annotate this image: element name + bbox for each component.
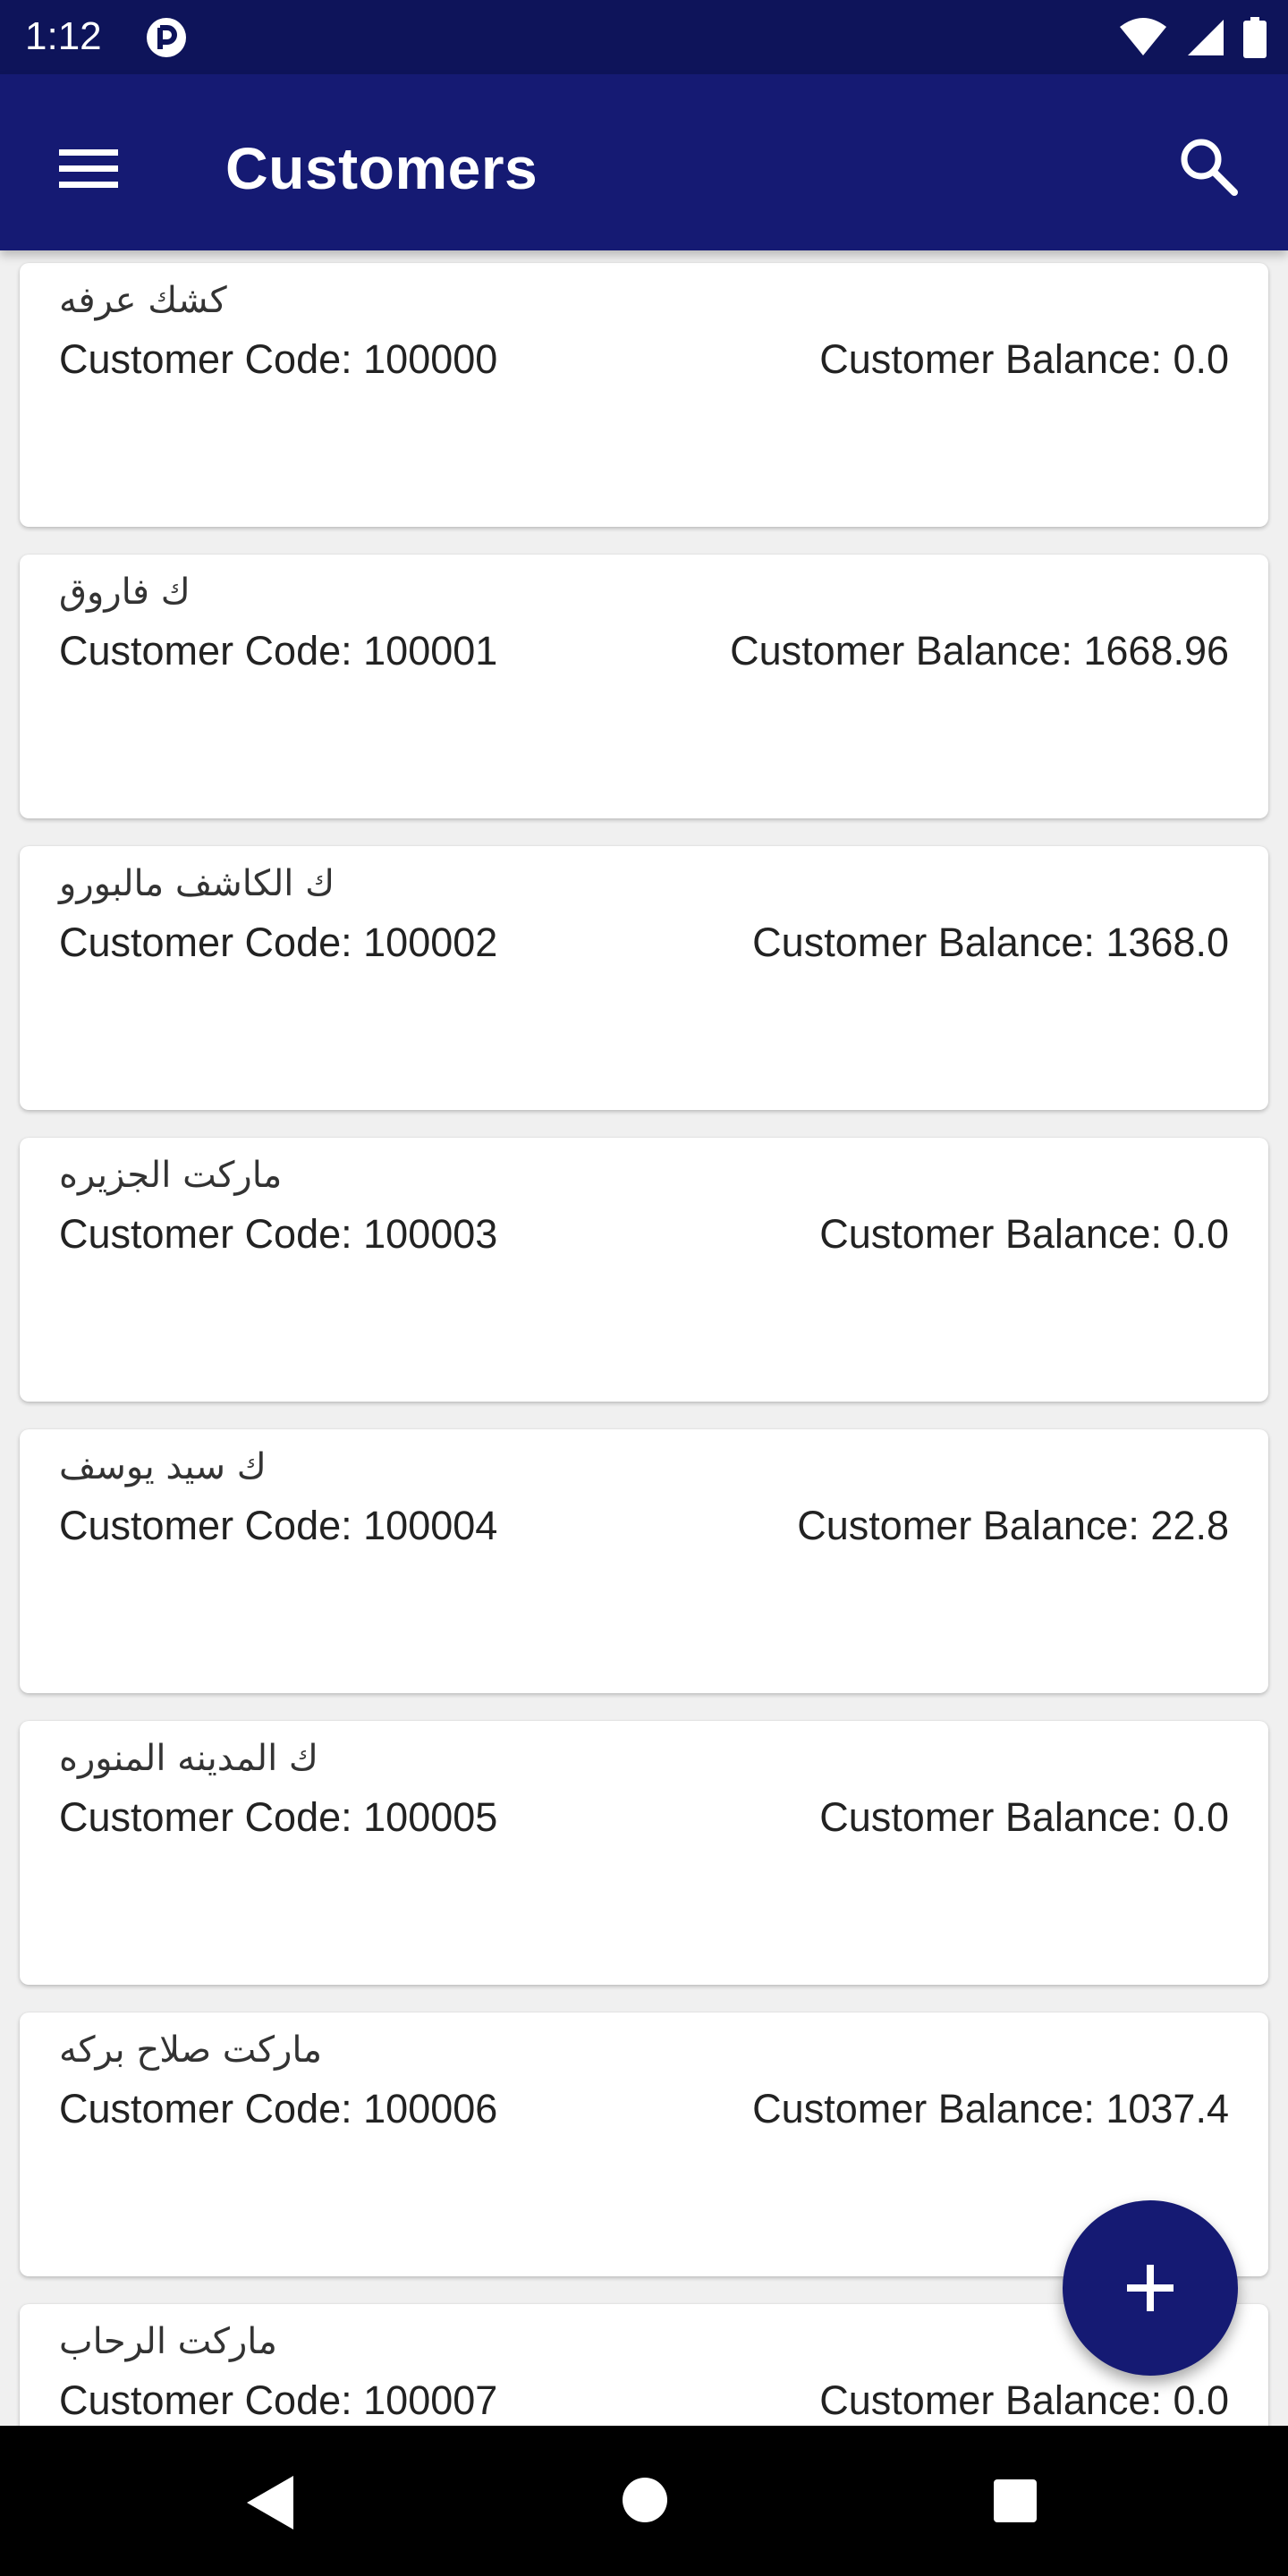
back-icon[interactable] xyxy=(242,2472,302,2533)
status-bar: 1:12 xyxy=(0,0,1288,74)
customer-code: Customer Code: 100005 xyxy=(59,1794,498,1840)
customer-balance: Customer Balance: 1668.96 xyxy=(730,628,1229,674)
customer-name: ك فاروق xyxy=(59,572,191,613)
customer-name: ك الكاشف مالبورو xyxy=(59,863,335,904)
customer-card[interactable]: ك فاروق Customer Code: 100001 Customer B… xyxy=(20,555,1268,818)
customer-name: ماركت صلاح بركه xyxy=(59,2029,323,2071)
customer-name: كشك عرفه xyxy=(59,280,227,321)
customer-code: Customer Code: 100000 xyxy=(59,336,498,382)
customer-card[interactable]: ك الكاشف مالبورو Customer Code: 100002 C… xyxy=(20,846,1268,1110)
customer-name: ماركت الرحاب xyxy=(59,2321,277,2362)
wifi-icon xyxy=(1120,18,1166,55)
customer-code: Customer Code: 100002 xyxy=(59,919,498,965)
customer-balance: Customer Balance: 1037.4 xyxy=(752,2086,1229,2131)
add-customer-button[interactable] xyxy=(1063,2200,1238,2376)
search-icon[interactable] xyxy=(1175,133,1241,199)
customer-name: ك سيد يوسف xyxy=(59,1446,267,1487)
customer-name: ك المدينه المنوره xyxy=(59,1738,318,1779)
system-nav-bar xyxy=(0,2426,1288,2576)
customer-card[interactable]: كشك عرفه Customer Code: 100000 Customer … xyxy=(20,263,1268,527)
customer-code: Customer Code: 100003 xyxy=(59,1211,498,1257)
battery-icon xyxy=(1243,17,1267,58)
app-bar: Customers xyxy=(0,74,1288,250)
status-icons xyxy=(1118,14,1267,61)
signal-icon xyxy=(1188,20,1224,55)
customer-code: Customer Code: 100007 xyxy=(59,2377,498,2423)
menu-icon[interactable] xyxy=(52,144,125,194)
customer-balance: Customer Balance: 0.0 xyxy=(819,336,1229,382)
customer-balance: Customer Balance: 0.0 xyxy=(819,2377,1229,2423)
plus-icon xyxy=(1127,2265,1174,2311)
customer-card[interactable]: ك المدينه المنوره Customer Code: 100005 … xyxy=(20,1721,1268,1985)
customer-balance: Customer Balance: 1368.0 xyxy=(752,919,1229,965)
customer-card[interactable]: ماركت الجزيره Customer Code: 100003 Cust… xyxy=(20,1138,1268,1402)
home-icon[interactable] xyxy=(621,2476,669,2524)
customer-list[interactable]: كشك عرفه Customer Code: 100000 Customer … xyxy=(0,250,1288,2426)
customer-card[interactable]: ك سيد يوسف Customer Code: 100004 Custome… xyxy=(20,1429,1268,1693)
customer-name: ماركت الجزيره xyxy=(59,1155,283,1196)
customer-code: Customer Code: 100004 xyxy=(59,1503,498,1548)
app-notification-icon xyxy=(147,18,186,57)
page-title: Customers xyxy=(225,135,538,201)
customer-code: Customer Code: 100001 xyxy=(59,628,498,674)
recents-icon[interactable] xyxy=(992,2478,1038,2524)
customer-balance: Customer Balance: 0.0 xyxy=(819,1794,1229,1840)
customer-balance: Customer Balance: 0.0 xyxy=(819,1211,1229,1257)
status-time: 1:12 xyxy=(25,14,102,58)
customer-code: Customer Code: 100006 xyxy=(59,2086,498,2131)
customer-balance: Customer Balance: 22.8 xyxy=(797,1503,1229,1548)
